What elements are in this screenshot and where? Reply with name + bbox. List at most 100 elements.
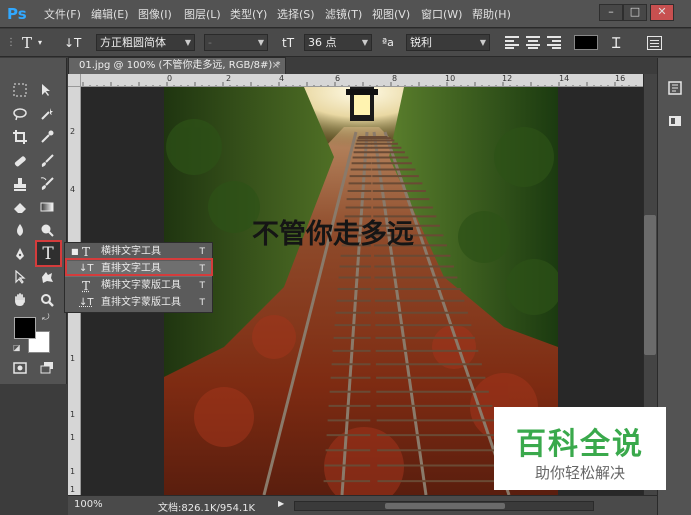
eraser-tool-icon[interactable] (9, 197, 31, 219)
lasso-tool-icon[interactable] (9, 104, 31, 126)
preset-dropdown-arrow-icon[interactable]: ▾ (38, 33, 42, 53)
path-selection-tool-icon[interactable] (9, 267, 31, 289)
warp-text-icon[interactable]: Ɪ (612, 33, 620, 53)
menu-help[interactable]: 帮助(H) (472, 6, 511, 22)
properties-panel-icon[interactable] (667, 113, 683, 129)
font-family-select[interactable]: 方正粗圆简体 ▼ (96, 34, 195, 51)
vertical-type-item-highlight (65, 258, 213, 276)
character-panel-icon[interactable] (647, 36, 662, 50)
font-family-value: 方正粗圆简体 (100, 36, 166, 49)
crop-tool-icon[interactable] (9, 127, 31, 149)
default-colors-icon[interactable]: ◪ (13, 343, 21, 352)
font-size-icon: tT (282, 36, 295, 50)
flyout-item-label: 横排文字蒙版工具 (101, 280, 181, 291)
menu-bar: Ps 文件(F) 编辑(E) 图像(I) 图层(L) 类型(Y) 选择(S) 滤… (0, 0, 691, 28)
ruler-tick-label: 1 (70, 485, 76, 494)
type-tool-flyout-menu: ■ T 横排文字工具 T ↓T 直排文字工具 T T 横排文字蒙版工具 T ↓T… (64, 242, 213, 313)
watermark-subtitle: 助你轻松解决 (534, 464, 625, 482)
font-size-select[interactable]: 36 点 ▼ (304, 34, 372, 51)
align-right-icon[interactable] (547, 36, 561, 49)
align-left-icon[interactable] (505, 36, 519, 49)
flyout-item-shortcut: T (199, 281, 206, 291)
screen-mode-icon[interactable] (36, 358, 58, 380)
flyout-item-shortcut: T (199, 298, 206, 308)
eyedropper-tool-icon[interactable] (36, 127, 58, 149)
move-tool-icon[interactable] (36, 80, 58, 102)
document-size: 文档:826.1K/954.1K (158, 503, 256, 514)
history-brush-tool-icon[interactable] (36, 174, 58, 196)
blur-tool-icon[interactable] (9, 220, 31, 242)
document-tab-title: 01.jpg @ 100% (不管你走多远, RGB/8#) * (79, 60, 281, 71)
history-panel-icon[interactable] (667, 80, 683, 96)
close-tab-icon[interactable]: × (272, 58, 280, 74)
tools-panel: T ⤾ ◪ (0, 58, 67, 384)
menu-edit[interactable]: 编辑(E) (91, 6, 129, 22)
chevron-down-icon: ▼ (257, 38, 264, 47)
menu-view[interactable]: 视图(V) (372, 6, 410, 22)
canvas-text-layer[interactable]: 不管你走多远 (252, 212, 414, 251)
menu-type[interactable]: 类型(Y) (230, 6, 267, 22)
chevron-down-icon: ▼ (184, 38, 191, 47)
ruler-tick-label: 4 (70, 185, 76, 194)
antialias-select[interactable]: 锐利 ▼ (406, 34, 490, 51)
status-menu-arrow-icon[interactable]: ▶ (278, 499, 284, 508)
restore-button[interactable]: □ (623, 4, 647, 21)
foreground-color-swatch[interactable] (14, 317, 36, 339)
gradient-tool-icon[interactable] (36, 197, 58, 219)
pen-tool-icon[interactable] (9, 244, 31, 266)
vertical-type-mask-icon: ↓T (79, 297, 94, 308)
font-style-select[interactable]: - ▼ (204, 34, 268, 51)
menu-filter[interactable]: 滤镜(T) (325, 6, 362, 22)
flyout-item-vertical-type-mask[interactable]: ↓T 直排文字蒙版工具 T (65, 295, 212, 311)
horizontal-type-mask-icon: T (82, 279, 91, 293)
menu-layer[interactable]: 图层(L) (184, 6, 221, 22)
horizontal-scrollbar-thumb[interactable] (385, 503, 505, 509)
document-tab[interactable]: 01.jpg @ 100% (不管你走多远, RGB/8#) * × (68, 57, 286, 74)
type-tool-preset-icon[interactable]: T (22, 33, 32, 53)
ruler-tick-label: 1 (70, 433, 76, 442)
chevron-down-icon: ▼ (361, 38, 368, 47)
antialias-value: 锐利 (410, 36, 432, 49)
hand-tool-icon[interactable] (9, 290, 31, 312)
magic-wand-tool-icon[interactable] (36, 104, 58, 126)
zoom-level[interactable]: 100% (74, 499, 103, 510)
zoom-tool-icon[interactable] (36, 290, 58, 312)
menu-file[interactable]: 文件(F) (44, 6, 81, 22)
ruler-tick-label: 1 (70, 354, 76, 363)
clone-stamp-tool-icon[interactable] (9, 174, 31, 196)
close-button[interactable]: ✕ (650, 4, 674, 21)
marquee-tool-icon[interactable] (9, 80, 31, 102)
flyout-item-horizontal-type-mask[interactable]: T 横排文字蒙版工具 T (65, 278, 212, 294)
menu-select[interactable]: 选择(S) (277, 6, 315, 22)
align-center-icon[interactable] (526, 36, 540, 49)
scrollbar-thumb[interactable] (644, 215, 656, 355)
menu-window[interactable]: 窗口(W) (421, 6, 462, 22)
chevron-down-icon: ▼ (479, 38, 486, 47)
watermark-title: 百科全说 (516, 427, 644, 462)
minimize-button[interactable]: – (599, 4, 623, 21)
type-tool-highlight (35, 240, 62, 267)
brush-tool-icon[interactable] (36, 151, 58, 173)
horizontal-ruler[interactable]: 0 2 4 6 8 10 12 14 16 (81, 74, 643, 87)
text-color-swatch[interactable] (574, 35, 598, 50)
watermark-logo: 百科全说 助你轻松解决 (494, 407, 666, 490)
toggle-orientation-icon[interactable]: ↓T (64, 33, 81, 53)
foreground-color-fill (15, 318, 35, 338)
ruler-tick-label: 1 (70, 410, 76, 419)
quick-mask-icon[interactable] (9, 358, 31, 380)
dodge-tool-icon[interactable] (36, 220, 58, 242)
font-style-value: - (208, 36, 212, 49)
custom-shape-tool-icon[interactable] (36, 267, 58, 289)
horizontal-scrollbar[interactable] (294, 501, 594, 511)
flyout-item-label: 直排文字蒙版工具 (101, 297, 181, 308)
photoshop-logo: Ps (7, 5, 27, 23)
ruler-origin[interactable] (68, 74, 81, 87)
menu-image[interactable]: 图像(I) (138, 6, 172, 22)
panel-icon-lines (650, 40, 659, 41)
swap-colors-icon[interactable]: ⤾ (42, 313, 50, 323)
healing-brush-tool-icon[interactable] (9, 151, 31, 173)
text-color-fill (575, 36, 597, 49)
options-bar: ⋮ T ▾ ↓T 方正粗圆简体 ▼ - ▼ tT 36 点 ▼ ªa 锐利 ▼ … (0, 29, 691, 57)
ruler-tick-label: 2 (70, 127, 76, 136)
antialias-icon: ªa (382, 36, 394, 49)
